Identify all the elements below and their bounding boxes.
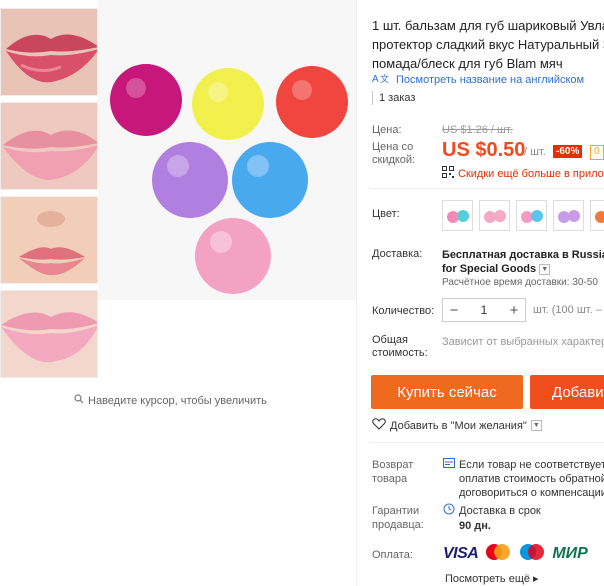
payment-logos: VISA МИР [443,543,588,564]
delivery-info: Бесплатная доставка в Russian for Specia… [442,248,604,290]
old-price: US $1.26 / шт. [442,124,513,136]
return-label: Возврат товара [372,458,413,486]
color-swatch[interactable] [479,200,510,231]
discount-price-label: Цена со скидкой: [372,141,415,167]
magnifier-icon [74,394,84,407]
delivery-label: Доставка: [372,248,423,260]
quantity-label: Количество: [372,305,435,317]
column-divider [356,0,357,586]
thumbnail-face[interactable] [0,196,98,284]
return-text-line: Если товар не соответствует о [459,459,604,471]
discount-badge: -60% [553,145,583,158]
color-label: Цвет: [372,208,400,220]
zoom-hint-text: Наведите курсор, чтобы увеличить [88,394,267,407]
delivery-line: Бесплатная доставка в Russian [442,249,604,261]
discount-price-label-line: скидкой: [372,154,416,166]
maestro-logo [518,543,546,564]
delivery-time: Расчётное время доставки: 30-50 [442,277,598,288]
color-swatch[interactable] [553,200,584,231]
translate-link[interactable]: A文 Посмотреть название на английском [372,72,584,87]
total-note: Зависит от выбранных характери [442,336,604,348]
wishlist-dropdown-icon[interactable]: ▼ [530,420,542,431]
zoom-hint: Наведите курсор, чтобы увеличить [74,394,267,407]
return-policy: Если товар не соответствует о оплатив ст… [443,458,604,500]
product-title-line: протектор сладкий вкус Натуральный З [372,37,604,52]
return-text-line: оплатив стоимость обратной д [459,473,604,485]
total-label-line: Общая [372,334,408,346]
wishlist-button[interactable]: Добавить в "Мои желания" ▼ [372,418,542,433]
mir-logo: МИР [552,544,588,562]
total-label: Общая стоимость: [372,334,428,360]
color-swatch[interactable] [516,200,547,231]
quantity-input[interactable]: 1 [465,303,503,317]
guarantee-label: Гарантии продавца: [372,504,424,532]
discount-price-label-line: Цена со [372,141,414,153]
thumbnail-lips-1[interactable] [0,8,98,96]
guarantee-label-line: продавца: [372,519,424,531]
guarantee-text: Доставка в срок [459,505,541,517]
translate-link-text[interactable]: Посмотреть название на английском [396,74,584,86]
quantity-decrease-button[interactable]: − [443,299,465,321]
clock-icon [443,503,455,519]
product-title-line: 1 шт. бальзам для губ шариковый Увла [372,18,604,33]
delivery-line: for Special Goods [442,263,537,275]
quantity-stepper: − 1 + [442,298,526,322]
return-label-line: товара [372,473,408,485]
translate-icon: A文 [372,72,390,87]
buy-now-button[interactable]: Купить сейчас [371,375,523,409]
return-label-line: Возврат [372,459,414,471]
svg-text:A: A [372,74,379,84]
qr-code-icon [442,166,454,181]
price-per-unit: / шт. [524,146,546,158]
color-swatches [442,200,604,231]
app-discount-link[interactable]: Скидки ещё больше в прилож [442,166,604,181]
coupon-badge: 0 [590,145,604,160]
wishlist-text[interactable]: Добавить в "Мои желания" [390,420,527,432]
app-discount-text[interactable]: Скидки ещё больше в прилож [458,168,604,180]
product-title: 1 шт. бальзам для губ шариковый Увла про… [372,16,604,73]
visa-logo: VISA [443,544,479,562]
divider [370,188,604,189]
payment-label: Оплата: [372,549,413,561]
total-label-line: стоимость: [372,347,428,359]
product-title-line: помада/блеск для губ Blam мяч [372,56,563,71]
svg-text:文: 文 [380,73,389,84]
see-more-link[interactable]: Посмотреть ещё ▸ [445,572,539,585]
new-price: US $0.50 [442,139,526,161]
thumbnail-list [0,8,98,384]
thumbnail-lips-2[interactable] [0,102,98,190]
return-icon [443,458,455,472]
guarantee-days: 90 дн. [459,520,491,532]
divider [370,442,604,443]
return-text-line: договориться о компенсации [459,487,604,499]
delivery-dropdown-icon[interactable]: ▼ [539,263,551,275]
thumbnail-lips-3[interactable] [0,290,98,378]
guarantee-label-line: Гарантии [372,505,420,517]
color-swatch[interactable] [590,200,604,231]
quantity-note: шт. (100 шт. – м [533,304,604,316]
heart-icon [372,418,386,433]
guarantee-info: Доставка в срок 90 дн. [443,503,541,533]
price-label: Цена: [372,124,402,136]
main-product-image[interactable] [98,0,356,384]
mastercard-logo [484,543,512,564]
quantity-increase-button[interactable]: + [503,299,525,321]
orders-count: 1 заказ [372,91,415,105]
color-swatch[interactable] [442,200,473,231]
add-to-cart-button[interactable]: Добавит [530,375,604,409]
